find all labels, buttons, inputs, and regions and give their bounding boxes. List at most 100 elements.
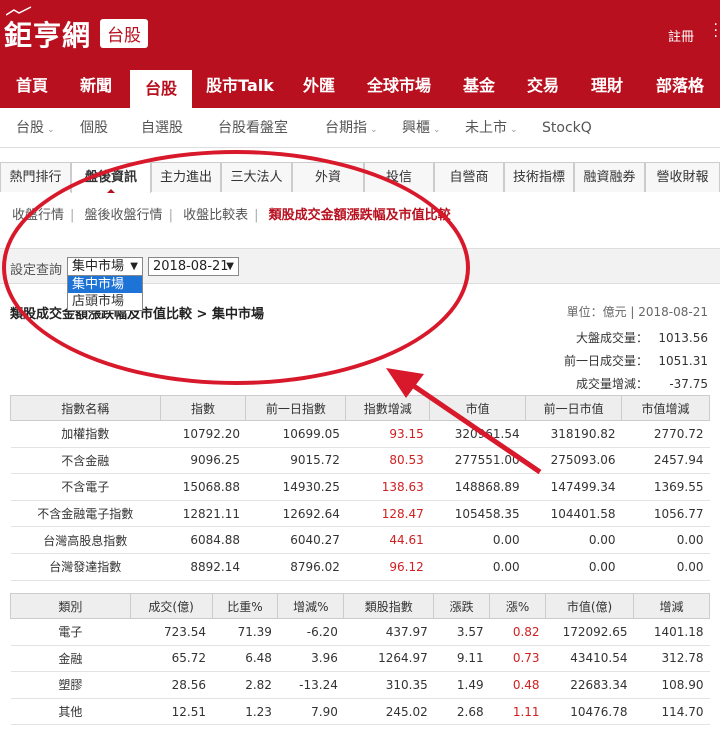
cell: 245.02	[343, 698, 434, 726]
divider: |	[254, 208, 259, 223]
index-table: 指數名稱 指數 前一日指數 指數增減 市值 前一日市值 市值增減 加權指數 107…	[10, 395, 710, 581]
cell: 8892.14	[160, 553, 246, 581]
cell: 147499.34	[525, 473, 622, 501]
cell: 22683.34	[545, 671, 634, 699]
subnav-label: 台股看盤室	[218, 120, 288, 136]
cell: 0.73	[489, 645, 546, 673]
main-nav: 首頁 新聞 台股 股市Talk 外匯 全球市場 基金 交易 理財 部落格	[0, 64, 720, 108]
sub-tab[interactable]: 收盤比較表	[183, 208, 248, 223]
cell: 0.82	[489, 618, 546, 646]
market-select[interactable]: 集中市場 ▼	[67, 257, 143, 276]
cell: 1056.77	[621, 500, 710, 528]
subnav-item[interactable]: 台股看盤室	[218, 108, 288, 148]
cell: 80.53	[345, 447, 430, 475]
chevron-down-icon: ⌄	[433, 125, 441, 135]
table-row: 電子 723.54 71.39 -6.20 437.97 3.57 0.82 172092.6…	[10, 618, 710, 646]
sector-table: 類別 成交(億) 比重% 增減% 類股指數 漲跌 漲% 市值(億) 增減 電子 7…	[10, 593, 710, 726]
nav-item[interactable]: 首頁	[0, 64, 64, 108]
nav-item[interactable]: 部落格	[644, 64, 716, 108]
nav-item[interactable]: 股市Talk	[196, 64, 284, 108]
cell: 104401.58	[525, 500, 622, 528]
sub-tabs: 收盤行情 | 盤後收盤行情 | 收盤比較表 | 類股成交金額漲跌幅及市值比較	[12, 204, 457, 223]
nav-item[interactable]: 基金	[448, 64, 510, 108]
subnav-item[interactable]: 興櫃 ⌄	[402, 108, 441, 150]
cell: 12821.11	[160, 500, 246, 528]
subnav-item[interactable]: StockQ	[542, 108, 592, 148]
sub-tab[interactable]: 盤後收盤行情	[85, 208, 163, 223]
section-badge[interactable]: 台股	[100, 19, 148, 48]
subnav-item[interactable]: 台股 ⌄	[16, 108, 55, 150]
summary-row: 大盤成交量： 1013.56	[548, 329, 708, 346]
cell: 9015.72	[245, 447, 346, 475]
cell: 275093.06	[525, 447, 622, 475]
divider: |	[70, 208, 75, 223]
tab[interactable]: 自營商	[434, 162, 504, 192]
sub-tab[interactable]: 收盤行情	[12, 208, 64, 223]
tab[interactable]: 技術指標	[504, 162, 574, 192]
sub-tab-active[interactable]: 類股成交金額漲跌幅及市值比較	[269, 208, 451, 223]
cell: 0.00	[621, 553, 710, 581]
cell: 9.11	[433, 645, 490, 673]
cell: 96.12	[345, 553, 430, 581]
more-menu-icon[interactable]: · · ·	[714, 18, 718, 44]
subnav-item[interactable]: 未上市 ⌄	[465, 108, 518, 150]
cell: -6.20	[277, 618, 344, 646]
column-header: 指數增減	[345, 395, 431, 421]
dropdown-arrow-icon: ▼	[130, 261, 138, 272]
table-row: 不含金融電子指數 12821.11 12692.64 128.47 105458.35 1…	[10, 500, 710, 528]
table-row: 其他 12.51 1.23 7.90 245.02 2.68 1.11 10476.78 114…	[10, 698, 710, 726]
cell: 8796.02	[245, 553, 346, 581]
market-select-value: 集中市場	[72, 259, 125, 274]
cell: 1264.97	[343, 645, 434, 673]
column-header: 比重%	[211, 593, 279, 619]
subnav-item[interactable]: 個股	[80, 108, 108, 148]
column-header: 指數名稱	[10, 395, 161, 421]
dropdown-option[interactable]: 店頭市場	[68, 293, 142, 310]
table-row: 塑膠 28.56 2.82 -13.24 310.35 1.49 0.48 22683.34 1…	[10, 671, 710, 699]
summary-label: 大盤成交量：	[575, 331, 648, 345]
subnav-label: 台股	[16, 120, 44, 136]
nav-item[interactable]: 外匯	[288, 64, 350, 108]
cell: 2457.94	[621, 447, 710, 475]
cell: 14930.25	[245, 473, 346, 501]
column-header: 類股指數	[343, 593, 435, 619]
tab[interactable]: 三大法人	[221, 162, 292, 192]
cell: 312.78	[633, 645, 710, 673]
table-row: 台灣高股息指數 6084.88 6040.27 44.61 0.00 0.00 0.00	[10, 526, 710, 554]
table-row: 不含電子 15068.88 14930.25 138.63 148868.89 14749…	[10, 473, 710, 501]
date-select[interactable]: 2018-08-21 ▼	[148, 257, 239, 276]
subnav-item[interactable]: 自選股	[141, 108, 183, 148]
unit-date: 單位：億元 | 2018-08-21	[566, 305, 708, 319]
nav-item[interactable]: 理財	[576, 64, 638, 108]
tab[interactable]: 營收財報	[645, 162, 720, 192]
cell: 93.15	[345, 420, 430, 448]
cell: 310.35	[343, 671, 434, 699]
nav-item-active[interactable]: 台股	[130, 70, 192, 108]
cell: 148868.89	[429, 473, 526, 501]
dropdown-option[interactable]: 集中市場	[68, 276, 142, 293]
subnav-item[interactable]: 台期指 ⌄	[325, 108, 378, 150]
tab[interactable]: 主力進出	[151, 162, 221, 192]
cell: 1.49	[433, 671, 490, 699]
cell: 0.00	[429, 553, 526, 581]
cell: 138.63	[345, 473, 430, 501]
nav-item[interactable]: 新聞	[64, 64, 128, 108]
table-row: 台灣發達指數 8892.14 8796.02 96.12 0.00 0.00 0.00	[10, 553, 710, 581]
tab[interactable]: 外資	[292, 162, 364, 192]
site-logo[interactable]: 鉅亨網	[4, 14, 91, 54]
summary-value: 1013.56	[658, 331, 708, 345]
tab-active[interactable]: 盤後資訊	[71, 162, 151, 193]
tab[interactable]: 投信	[364, 162, 434, 192]
register-link[interactable]: 註冊	[668, 26, 694, 45]
tab[interactable]: 融資融券	[574, 162, 645, 192]
column-header: 增減	[633, 593, 710, 619]
subnav-label: 未上市	[465, 120, 507, 136]
nav-item[interactable]: 全球市場	[354, 64, 444, 108]
subnav-label: 個股	[80, 120, 108, 136]
nav-item[interactable]: 交易	[512, 64, 574, 108]
cell: -13.24	[277, 671, 344, 699]
tab[interactable]: 熱門排行	[0, 162, 71, 192]
cell: 2770.72	[621, 420, 710, 448]
cell: 3.57	[433, 618, 490, 646]
summary-row: 成交量增減： -37.75	[548, 375, 708, 392]
